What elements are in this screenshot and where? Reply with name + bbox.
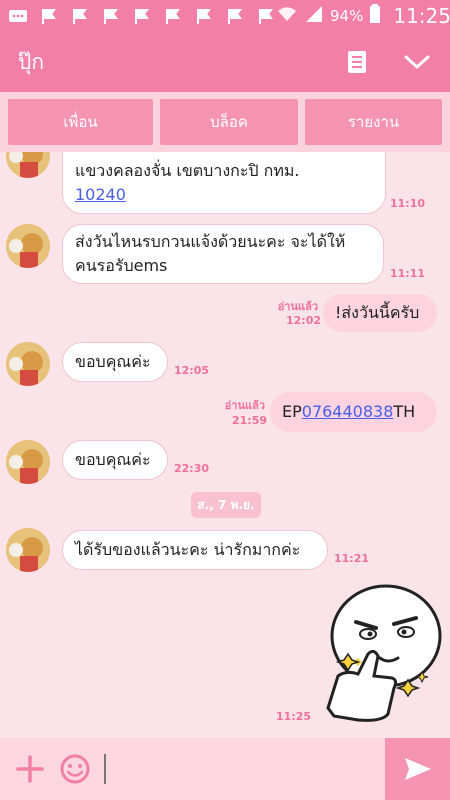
send-icon: [404, 758, 431, 780]
message-bubble[interactable]: ได้รับของแล้วนะคะ น่ารักมากค่ะ: [62, 530, 328, 570]
message-input[interactable]: [104, 754, 374, 784]
avatar[interactable]: [6, 440, 50, 484]
message-text: คนรอรับems: [75, 256, 168, 275]
message-text: ขอบคุณค่ะ: [75, 352, 151, 371]
chat-title: ปุ๊ก: [18, 49, 45, 74]
sticker[interactable]: [318, 584, 444, 728]
attach-button[interactable]: [8, 747, 52, 791]
message-time: 11:25: [276, 710, 312, 723]
date-divider: ส., 7 พ.ย.: [191, 492, 261, 518]
emoji-button[interactable]: [56, 750, 94, 788]
action-bar: เพื่อน บล็อค รายงาน: [0, 92, 450, 152]
flag-icon: [101, 7, 121, 25]
battery-percent: 94%: [330, 7, 364, 25]
wifi-icon: [276, 5, 298, 27]
notification-icons: [8, 7, 276, 25]
flag-icon: [256, 7, 276, 25]
message-time: 11:11: [390, 267, 426, 280]
message-link[interactable]: 10240: [75, 183, 373, 207]
plus-icon: [16, 755, 44, 783]
signal-icon: [304, 5, 324, 27]
message-bubble[interactable]: EP 076440838 TH: [270, 392, 437, 432]
message-bubble[interactable]: ขอบคุณค่ะ: [62, 440, 168, 480]
system-indicators: 94% 11:25: [276, 4, 450, 28]
message-text: EP: [282, 402, 302, 421]
tracking-link[interactable]: 076440838: [302, 400, 394, 424]
clock: 11:25: [393, 4, 450, 28]
flag-icon: [132, 7, 152, 25]
message-time: 21:59: [232, 414, 268, 427]
message-text: ส่งวันไหนรบกวนแจ้งด้วยนะคะ จะได้ให้: [75, 232, 346, 251]
flag-icon: [163, 7, 183, 25]
message-time: 12:05: [174, 364, 210, 377]
status-bar: 94% 11:25: [0, 0, 450, 32]
battery-icon: [369, 4, 381, 28]
add-friend-button[interactable]: เพื่อน: [8, 99, 153, 145]
message-time: 11:10: [390, 197, 426, 210]
message-bubble[interactable]: ส่งวันไหนรบกวนแจ้งด้วยนะคะ จะได้ให้ คนรอ…: [62, 224, 384, 284]
collapse-button[interactable]: [402, 47, 432, 77]
notes-icon: [348, 51, 366, 73]
message-text: !ส่งวันนี้ครับ: [335, 303, 420, 322]
flag-icon: [225, 7, 245, 25]
message-bubble[interactable]: ขอบคุณค่ะ: [62, 342, 168, 382]
chevron-down-icon: [404, 55, 430, 70]
avatar[interactable]: [6, 528, 50, 572]
notes-button[interactable]: [342, 47, 372, 77]
message-icon: [8, 7, 28, 25]
flag-icon: [39, 7, 59, 25]
message-bubble[interactable]: !ส่งวันนี้ครับ: [323, 294, 437, 332]
avatar[interactable]: [6, 152, 50, 178]
avatar[interactable]: [6, 342, 50, 386]
flag-icon: [70, 7, 90, 25]
flag-icon: [194, 7, 214, 25]
sticker-image: [326, 584, 442, 722]
block-button[interactable]: บล็อค: [160, 99, 298, 145]
read-receipt: อ่านแล้ว: [277, 300, 318, 313]
avatar[interactable]: [6, 224, 50, 268]
message-input-bar: [0, 738, 450, 800]
message-bubble[interactable]: แขวงคลองจั่น เขตบางกะปิ กทม. 10240: [62, 152, 386, 214]
read-receipt: อ่านแล้ว: [224, 399, 265, 412]
report-button[interactable]: รายงาน: [305, 99, 442, 145]
message-time: 11:21: [334, 552, 370, 565]
message-time: 22:30: [174, 462, 210, 475]
smiley-icon: [60, 754, 90, 784]
message-text: ขอบคุณค่ะ: [75, 450, 151, 469]
message-text: ได้รับของแล้วนะคะ น่ารักมากค่ะ: [75, 540, 301, 559]
send-button[interactable]: [385, 738, 450, 800]
message-text: แขวงคลองจั่น เขตบางกะปิ กทม.: [75, 161, 300, 180]
chat-header: ปุ๊ก: [0, 32, 450, 92]
message-text: TH: [393, 402, 416, 421]
message-time: 12:02: [286, 314, 322, 327]
chat-history[interactable]: แขวงคลองจั่น เขตบางกะปิ กทม. 10240 11:10…: [0, 152, 450, 738]
